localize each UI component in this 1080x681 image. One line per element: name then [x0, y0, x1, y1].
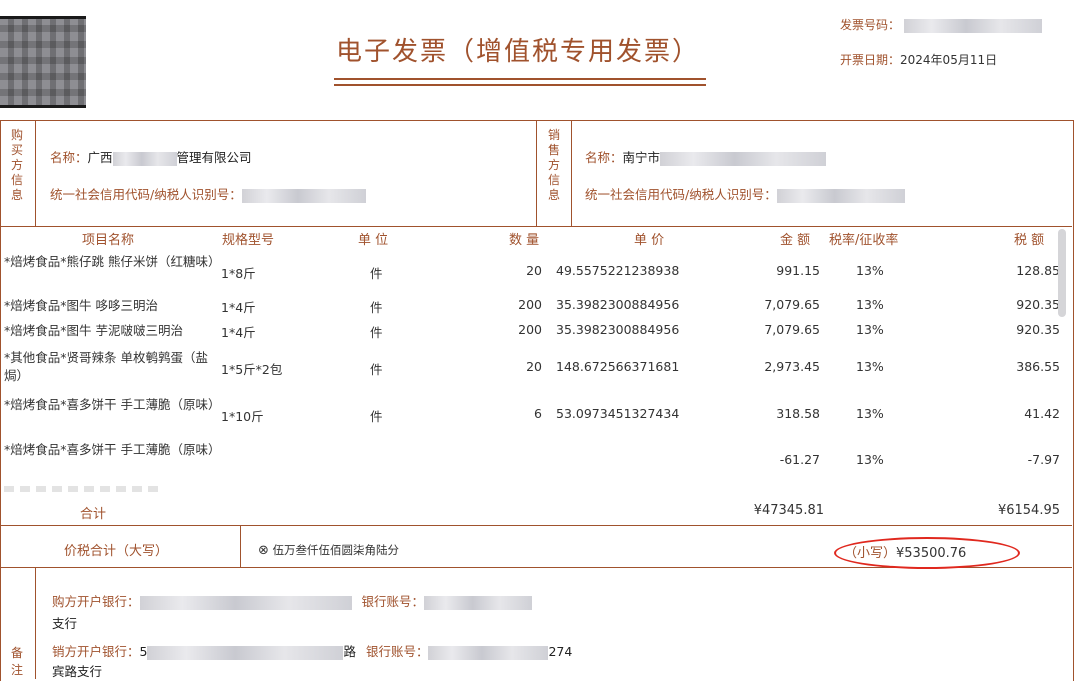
redacted-value	[112, 151, 177, 166]
item-qty: 200	[518, 297, 542, 312]
item-price: 49.5575221238938	[556, 263, 680, 278]
remarks-side-label: 备注	[10, 646, 23, 677]
item-price: 148.672566371681	[556, 359, 680, 374]
redacted-value	[776, 188, 905, 203]
col-header-unit: 单 位	[358, 233, 389, 248]
redacted-value	[660, 151, 827, 166]
divider	[35, 567, 36, 679]
scrollbar[interactable]	[1058, 229, 1066, 317]
item-price: 35.3982300884956	[556, 297, 680, 312]
qr-code	[0, 16, 86, 108]
col-header-tax: 税 额	[1014, 233, 1045, 248]
item-rate: 13%	[856, 406, 884, 421]
item-price: 53.0973451327434	[556, 406, 680, 421]
buyer-side-label: 购买方信息	[10, 128, 23, 202]
item-name: *焙烤食品*喜多饼干 手工薄脆（原味）	[4, 442, 221, 457]
buyer-bank: 购方开户银行： 银行账号：	[52, 591, 533, 610]
issue-date: 开票日期：2024年05月11日	[840, 53, 998, 67]
redacted-value	[241, 188, 366, 203]
item-name: *焙烤食品*熊仔跳 熊仔米饼（红糖味）	[4, 254, 221, 269]
cross-circle-icon: ⊗	[258, 543, 269, 558]
item-spec: 1*8斤	[221, 266, 256, 281]
item-price: 35.3982300884956	[556, 322, 680, 337]
redacted-value	[424, 595, 533, 610]
col-header-rate: 税率/征收率	[829, 233, 899, 248]
item-tax: -7.97	[1027, 452, 1060, 467]
invoice-title: 电子发票（增值税专用发票）	[336, 37, 701, 67]
item-unit: 件	[370, 409, 383, 424]
col-header-qty: 数 量	[509, 233, 540, 248]
item-spec: 1*5斤*2包	[221, 362, 283, 377]
item-name: *其他食品*贤哥辣条 单枚鹌鹑蛋（盐焗）	[4, 350, 208, 383]
item-unit: 件	[370, 300, 383, 315]
item-tax: 41.42	[1024, 406, 1060, 421]
divider	[536, 120, 537, 226]
buyer-credit-code: 统一社会信用代码/纳税人识别号：	[50, 184, 366, 203]
item-rate: 13%	[856, 297, 884, 312]
divider	[571, 120, 572, 226]
seller-bank-branch: 宾路支行	[52, 664, 103, 679]
item-rate: 13%	[856, 263, 884, 278]
redacted-value	[428, 645, 549, 660]
item-rate: 13%	[856, 322, 884, 337]
seller-side-label: 销售方信息	[547, 128, 560, 202]
item-tax: 128.85	[1016, 263, 1060, 278]
divider	[35, 120, 36, 226]
item-spec: 1*4斤	[221, 300, 256, 315]
grand-total-words: ⊗ 伍万叁仟伍佰圆柒角陆分	[258, 543, 400, 558]
item-amount: 991.15	[776, 263, 820, 278]
item-amount: 2,973.45	[764, 359, 820, 374]
col-header-spec: 规格型号	[222, 233, 275, 248]
item-amount: 7,079.65	[764, 322, 820, 337]
divider	[240, 525, 241, 567]
item-qty: 20	[526, 263, 542, 278]
item-tax: 386.55	[1016, 359, 1060, 374]
redacted-value	[903, 18, 1042, 33]
item-unit: 件	[370, 362, 383, 377]
item-amount: 7,079.65	[764, 297, 820, 312]
col-header-name: 项目名称	[82, 233, 135, 248]
buyer-name: 名称：广西 管理有限公司	[50, 150, 252, 166]
item-rate: 13%	[856, 359, 884, 374]
grand-total-label: 价税合计（大写）	[64, 544, 169, 559]
item-name: *焙烤食品*图牛 芋泥啵啵三明治	[4, 323, 183, 338]
item-qty: 6	[534, 406, 542, 421]
item-tax: 920.35	[1016, 297, 1060, 312]
item-amount: 318.58	[776, 406, 820, 421]
total-amount: ¥47345.81	[753, 503, 824, 518]
title-underline	[334, 84, 706, 86]
title-underline	[334, 78, 706, 80]
item-unit: 件	[370, 325, 383, 340]
item-spec: 1*10斤	[221, 409, 264, 424]
total-tax: ¥6154.95	[997, 503, 1060, 518]
seller-bank: 销方开户银行：5 路 银行账号： 274	[52, 644, 573, 660]
col-header-amount: 金 额	[780, 233, 811, 248]
highlight-circle	[834, 537, 1020, 569]
total-label: 合计	[80, 507, 107, 522]
invoice-number: 发票号码：	[840, 16, 1042, 33]
seller-credit-code: 统一社会信用代码/纳税人识别号：	[585, 184, 905, 203]
item-rate: 13%	[856, 452, 884, 467]
redacted-value	[147, 645, 344, 660]
item-name: *焙烤食品*喜多饼干 手工薄脆（原味）	[4, 397, 221, 412]
item-spec: 1*4斤	[221, 325, 256, 340]
item-tax: 920.35	[1016, 322, 1060, 337]
divider	[0, 525, 1072, 526]
clipped-row	[4, 486, 164, 492]
divider	[0, 226, 1072, 227]
item-amount: -61.27	[779, 452, 820, 467]
col-header-price: 单 价	[634, 233, 665, 248]
seller-name: 名称：南宁市	[585, 147, 827, 166]
redacted-value	[139, 595, 352, 610]
item-name: *焙烤食品*图牛 哆哆三明治	[4, 298, 158, 313]
buyer-bank-branch: 支行	[52, 616, 78, 631]
item-qty: 20	[526, 359, 542, 374]
item-unit: 件	[370, 266, 383, 281]
item-qty: 200	[518, 322, 542, 337]
